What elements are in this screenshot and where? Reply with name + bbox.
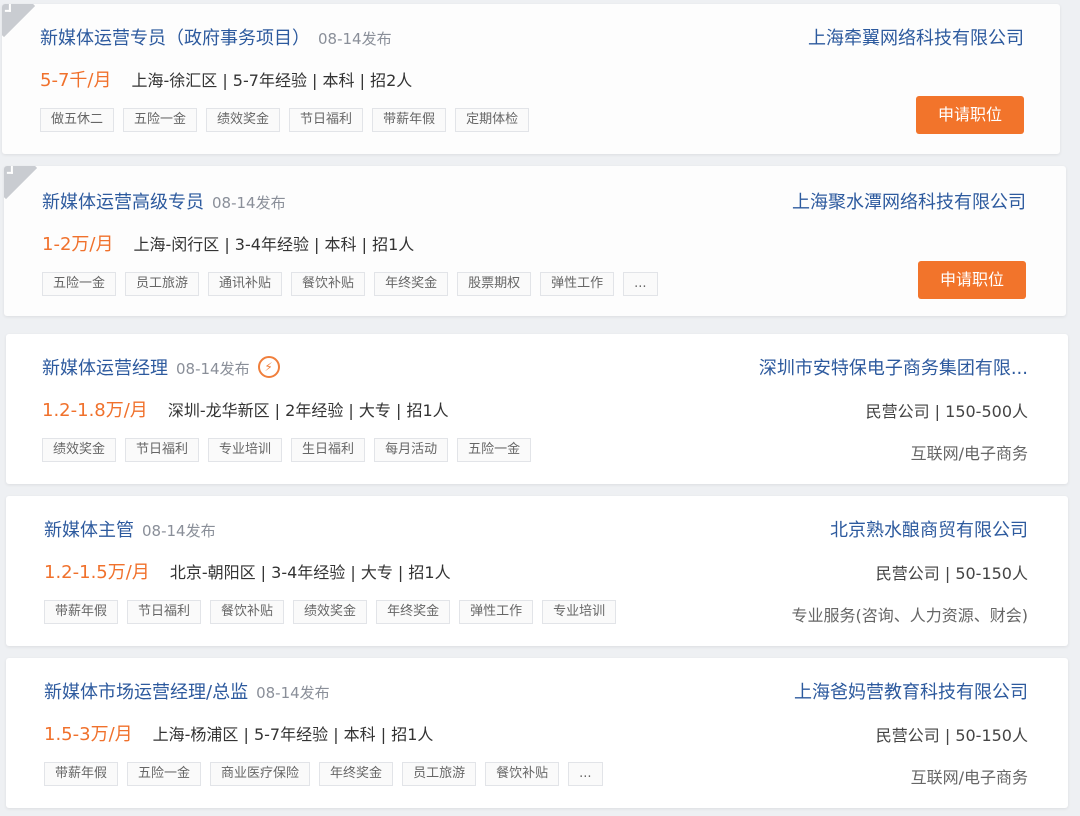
tag: 生日福利 xyxy=(291,438,366,462)
job-card[interactable]: 新媒体主管 08-14发布 北京熟水酿商贸有限公司 1.2-1.5万/月 北京-朝阳… xyxy=(6,496,1068,646)
tag: 年终奖金 xyxy=(374,272,449,296)
tag: 年终奖金 xyxy=(376,600,451,624)
job-details: 深圳-龙华新区 | 2年经验 | 大专 | 招1人 xyxy=(167,401,449,420)
company-name-link[interactable]: 深圳市安特保电子商务集团有限... xyxy=(759,354,1028,380)
job-details: 北京-朝阳区 | 3-4年经验 | 大专 | 招1人 xyxy=(169,563,451,582)
publish-date: 08-14发布 xyxy=(256,684,330,702)
salary: 5-7千/月 xyxy=(40,70,112,91)
tag-list: 做五休二 五险一金 绩效奖金 节日福利 带薪年假 定期体检 xyxy=(40,108,538,132)
apply-button[interactable]: 申请职位 xyxy=(918,261,1026,299)
company-industry: 互联网/电子商务 xyxy=(910,444,1028,463)
salary: 1.5-3万/月 xyxy=(44,724,133,745)
tag: 绩效奖金 xyxy=(293,600,368,624)
publish-date: 08-14发布 xyxy=(176,360,250,378)
tag: 年终奖金 xyxy=(319,762,394,786)
tag: 带薪年假 xyxy=(44,600,119,624)
job-title-row: 新媒体市场运营经理/总监 08-14发布 xyxy=(44,678,330,704)
job-card[interactable]: 新媒体运营经理 08-14发布 ⚡ 深圳市安特保电子商务集团有限... 1.2-1.… xyxy=(6,334,1068,484)
tag: 节日福利 xyxy=(127,600,202,624)
tag-list: 五险一金 员工旅游 通讯补贴 餐饮补贴 年终奖金 股票期权 弹性工作... xyxy=(42,272,667,296)
tag: 餐饮补贴 xyxy=(485,762,560,786)
tag: 员工旅游 xyxy=(402,762,477,786)
tag: 弹性工作 xyxy=(459,600,534,624)
company-name-link[interactable]: 上海爸妈营教育科技有限公司 xyxy=(794,678,1028,704)
company-name-link[interactable]: 北京熟水酿商贸有限公司 xyxy=(830,516,1028,542)
tag: 餐饮补贴 xyxy=(291,272,366,296)
company-info: 民营公司 | 50-150人 xyxy=(875,564,1028,583)
job-details: 上海-徐汇区 | 5-7年经验 | 本科 | 招2人 xyxy=(131,71,413,90)
tag: 带薪年假 xyxy=(44,762,119,786)
tag: 绩效奖金 xyxy=(206,108,281,132)
job-meta: 1.5-3万/月 上海-杨浦区 | 5-7年经验 | 本科 | 招1人 xyxy=(44,720,433,746)
salary: 1-2万/月 xyxy=(42,234,114,255)
job-list: 新媒体运营专员（政府事务项目） 08-14发布 上海牵翼网络科技有限公司 5-7千… xyxy=(0,0,1080,816)
tag: 五险一金 xyxy=(457,438,532,462)
tag: 带薪年假 xyxy=(372,108,447,132)
tag: 员工旅游 xyxy=(125,272,200,296)
more-tags[interactable]: ... xyxy=(568,762,603,786)
tag: 五险一金 xyxy=(127,762,202,786)
tag: 餐饮补贴 xyxy=(210,600,285,624)
job-card[interactable]: 新媒体运营高级专员 08-14发布 上海聚水潭网络科技有限公司 1-2万/月 上海-… xyxy=(4,166,1066,316)
company-info: 民营公司 | 50-150人 xyxy=(875,726,1028,745)
job-meta: 5-7千/月 上海-徐汇区 | 5-7年经验 | 本科 | 招2人 xyxy=(40,66,412,92)
job-meta: 1.2-1.8万/月 深圳-龙华新区 | 2年经验 | 大专 | 招1人 xyxy=(42,396,449,422)
company-name-link[interactable]: 上海聚水潭网络科技有限公司 xyxy=(792,188,1026,214)
salary: 1.2-1.5万/月 xyxy=(44,562,150,583)
tag: 通讯补贴 xyxy=(208,272,283,296)
job-title-row: 新媒体运营经理 08-14发布 ⚡ xyxy=(42,354,280,380)
tag: 专业培训 xyxy=(542,600,617,624)
tag: 商业医疗保险 xyxy=(210,762,311,786)
company-industry: 互联网/电子商务 xyxy=(910,768,1028,787)
job-title-row: 新媒体主管 08-14发布 xyxy=(44,516,216,542)
salary: 1.2-1.8万/月 xyxy=(42,400,148,421)
publish-date: 08-14发布 xyxy=(318,30,392,48)
publish-date: 08-14发布 xyxy=(212,194,286,212)
company-industry: 专业服务(咨询、人力资源、财会) xyxy=(791,606,1029,625)
company-name-link[interactable]: 上海牵翼网络科技有限公司 xyxy=(808,24,1024,50)
tag: 弹性工作 xyxy=(540,272,615,296)
tag-list: 带薪年假 五险一金 商业医疗保险 年终奖金 员工旅游 餐饮补贴... xyxy=(44,762,612,786)
job-title-link[interactable]: 新媒体运营经理 xyxy=(42,358,168,379)
job-title-row: 新媒体运营高级专员 08-14发布 xyxy=(42,188,286,214)
job-card[interactable]: 新媒体运营专员（政府事务项目） 08-14发布 上海牵翼网络科技有限公司 5-7千… xyxy=(2,4,1060,154)
tag: 专业培训 xyxy=(208,438,283,462)
tag-list: 绩效奖金 节日福利 专业培训 生日福利 每月活动 五险一金 xyxy=(42,438,540,462)
tag: 节日福利 xyxy=(125,438,200,462)
job-meta: 1.2-1.5万/月 北京-朝阳区 | 3-4年经验 | 大专 | 招1人 xyxy=(44,558,451,584)
tag: 绩效奖金 xyxy=(42,438,117,462)
tag: 定期体检 xyxy=(455,108,530,132)
lightning-icon: ⚡ xyxy=(257,356,280,378)
viewed-check-icon xyxy=(2,4,36,38)
more-tags[interactable]: ... xyxy=(623,272,658,296)
job-title-link[interactable]: 新媒体运营高级专员 xyxy=(42,192,204,213)
publish-date: 08-14发布 xyxy=(142,522,216,540)
job-title-link[interactable]: 新媒体市场运营经理/总监 xyxy=(44,682,248,703)
tag: 节日福利 xyxy=(289,108,364,132)
job-title-row: 新媒体运营专员（政府事务项目） 08-14发布 xyxy=(40,24,392,50)
tag-list: 带薪年假 节日福利 餐饮补贴 绩效奖金 年终奖金 弹性工作 专业培训 xyxy=(44,600,625,624)
job-details: 上海-杨浦区 | 5-7年经验 | 本科 | 招1人 xyxy=(152,725,434,744)
apply-button[interactable]: 申请职位 xyxy=(916,96,1024,134)
job-details: 上海-闵行区 | 3-4年经验 | 本科 | 招1人 xyxy=(133,235,415,254)
tag: 五险一金 xyxy=(123,108,198,132)
company-info: 民营公司 | 150-500人 xyxy=(865,402,1028,421)
tag: 做五休二 xyxy=(40,108,115,132)
job-title-link[interactable]: 新媒体主管 xyxy=(44,520,134,541)
tag: 股票期权 xyxy=(457,272,532,296)
viewed-check-icon xyxy=(4,166,38,200)
job-card[interactable]: 新媒体市场运营经理/总监 08-14发布 上海爸妈营教育科技有限公司 1.5-3万… xyxy=(6,658,1068,808)
job-meta: 1-2万/月 上海-闵行区 | 3-4年经验 | 本科 | 招1人 xyxy=(42,230,414,256)
job-title-link[interactable]: 新媒体运营专员（政府事务项目） xyxy=(40,28,310,49)
tag: 五险一金 xyxy=(42,272,117,296)
tag: 每月活动 xyxy=(374,438,449,462)
